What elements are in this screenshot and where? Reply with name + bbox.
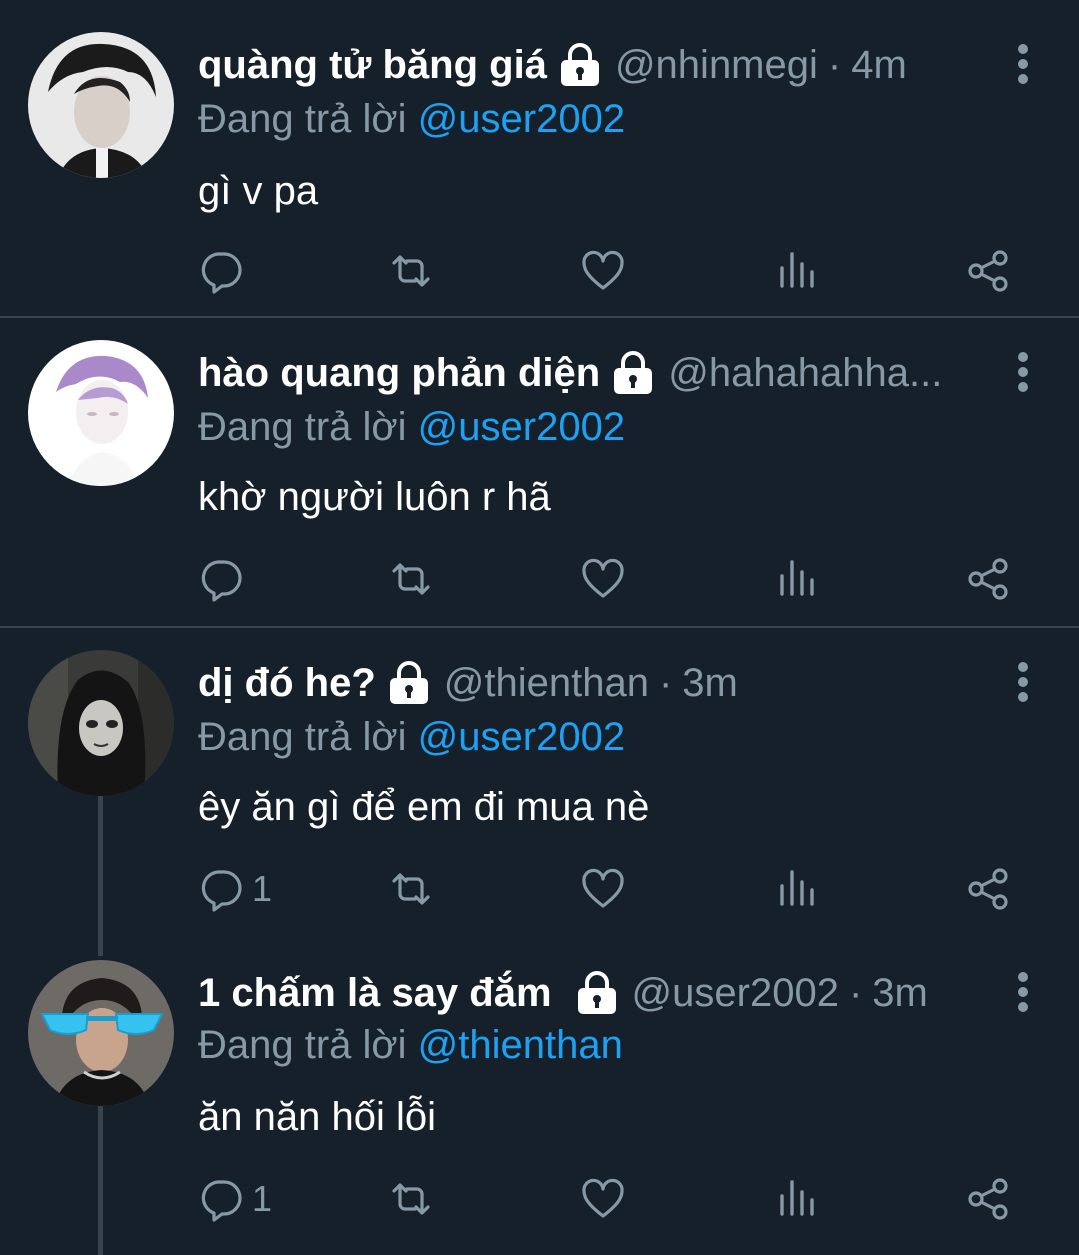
display-name[interactable]: 1 chấm là say đắm <box>198 966 552 1020</box>
reply-icon <box>198 866 244 912</box>
reply-button[interactable] <box>198 554 252 604</box>
tweet-header: quàng tử băng giá @nhinmegi · 4m <box>198 38 969 92</box>
tweet[interactable]: 1 chấm là say đắm @user2002 · 3m Đang tr… <box>0 938 1079 1255</box>
timestamp[interactable]: 4m <box>851 38 907 92</box>
more-vertical-icon[interactable] <box>1011 44 1035 84</box>
action-bar <box>0 554 1079 604</box>
timestamp[interactable]: 3m <box>682 656 738 710</box>
share-button[interactable] <box>966 554 1012 604</box>
reply-prefix: Đang trả lời <box>198 405 407 449</box>
tweet-text: khờ người luôn r hã <box>198 475 551 519</box>
tweet-header: hào quang phản diện @hahahahha... <box>198 346 969 400</box>
reply-prefix: Đang trả lời <box>198 1023 407 1067</box>
share-button[interactable] <box>966 1174 1012 1224</box>
username-handle[interactable]: @user2002 <box>632 966 839 1020</box>
reply-count: 1 <box>252 868 273 909</box>
tweet[interactable]: hào quang phản diện @hahahahha... Đang t… <box>0 318 1079 624</box>
reply-icon <box>198 556 244 602</box>
share-icon <box>966 248 1012 294</box>
retweet-icon <box>388 556 434 602</box>
tweet-text: êy ăn gì để em đi mua nè <box>198 785 650 829</box>
share-icon <box>966 1176 1012 1222</box>
more-vertical-icon[interactable] <box>1011 972 1035 1012</box>
analytics-icon <box>774 1176 820 1222</box>
action-bar: 1 <box>0 864 1079 914</box>
heart-icon <box>580 556 626 602</box>
like-button[interactable] <box>580 864 626 914</box>
heart-icon <box>580 866 626 912</box>
like-button[interactable] <box>580 246 626 296</box>
action-bar <box>0 246 1079 296</box>
retweet-icon <box>388 866 434 912</box>
separator-dot: · <box>848 971 863 1015</box>
lock-icon <box>557 43 603 87</box>
like-button[interactable] <box>580 554 626 604</box>
analytics-icon <box>774 866 820 912</box>
reply-mention-link[interactable]: @user2002 <box>418 405 625 449</box>
separator-dot: · <box>827 43 842 87</box>
reply-count: 1 <box>252 1178 273 1219</box>
tweet[interactable]: quàng tử băng giá @nhinmegi · 4m Đang tr… <box>0 0 1079 316</box>
share-button[interactable] <box>966 864 1012 914</box>
reply-context: Đang trả lời @user2002 <box>198 92 625 146</box>
retweet-icon <box>388 1176 434 1222</box>
reply-icon <box>198 1176 244 1222</box>
analytics-icon <box>774 556 820 602</box>
tweet-header: 1 chấm là say đắm @user2002 · 3m <box>198 966 969 1020</box>
avatar[interactable] <box>28 650 174 796</box>
reply-mention-link[interactable]: @thienthan <box>418 1023 623 1067</box>
reply-icon <box>198 248 244 294</box>
lock-icon <box>610 351 656 395</box>
display-name[interactable]: quàng tử băng giá <box>198 38 547 92</box>
action-bar: 1 <box>0 1174 1079 1224</box>
display-name[interactable]: hào quang phản diện <box>198 346 600 400</box>
heart-icon <box>580 1176 626 1222</box>
share-button[interactable] <box>966 246 1012 296</box>
reply-prefix: Đang trả lời <box>198 97 407 141</box>
analytics-button[interactable] <box>774 864 820 914</box>
more-vertical-icon[interactable] <box>1011 662 1035 702</box>
avatar[interactable] <box>28 960 174 1106</box>
share-icon <box>966 866 1012 912</box>
analytics-icon <box>774 248 820 294</box>
username-handle[interactable]: @thienthan <box>444 656 649 710</box>
tweet-text: gì v pa <box>198 169 319 213</box>
retweet-button[interactable] <box>388 246 434 296</box>
tweet-header: dị đó he? @thienthan · 3m <box>198 656 969 710</box>
analytics-button[interactable] <box>774 1174 820 1224</box>
separator-dot: · <box>658 661 673 705</box>
timestamp[interactable]: 3m <box>872 966 928 1020</box>
reply-context: Đang trả lời @thienthan <box>198 1018 623 1072</box>
avatar[interactable] <box>28 32 174 178</box>
tweet-text: ăn năn hối lỗi <box>198 1095 436 1139</box>
lock-icon <box>386 661 432 705</box>
avatar[interactable] <box>28 340 174 486</box>
reply-mention-link[interactable]: @user2002 <box>418 97 625 141</box>
heart-icon <box>580 248 626 294</box>
reply-context: Đang trả lời @user2002 <box>198 710 625 764</box>
retweet-icon <box>388 248 434 294</box>
lock-icon <box>574 971 620 1015</box>
analytics-button[interactable] <box>774 554 820 604</box>
reply-button[interactable]: 1 <box>198 864 272 914</box>
display-name[interactable]: dị đó he? <box>198 656 376 710</box>
retweet-button[interactable] <box>388 1174 434 1224</box>
username-handle[interactable]: @hahahahha... <box>668 346 942 400</box>
reply-prefix: Đang trả lời <box>198 715 407 759</box>
reply-context: Đang trả lời @user2002 <box>198 400 625 454</box>
share-icon <box>966 556 1012 602</box>
reply-mention-link[interactable]: @user2002 <box>418 715 625 759</box>
analytics-button[interactable] <box>774 246 820 296</box>
reply-button[interactable] <box>198 246 252 296</box>
retweet-button[interactable] <box>388 864 434 914</box>
retweet-button[interactable] <box>388 554 434 604</box>
more-vertical-icon[interactable] <box>1011 352 1035 392</box>
reply-button[interactable]: 1 <box>198 1174 272 1224</box>
username-handle[interactable]: @nhinmegi <box>615 38 818 92</box>
like-button[interactable] <box>580 1174 626 1224</box>
tweet[interactable]: dị đó he? @thienthan · 3m Đang trả lời @… <box>0 628 1079 938</box>
